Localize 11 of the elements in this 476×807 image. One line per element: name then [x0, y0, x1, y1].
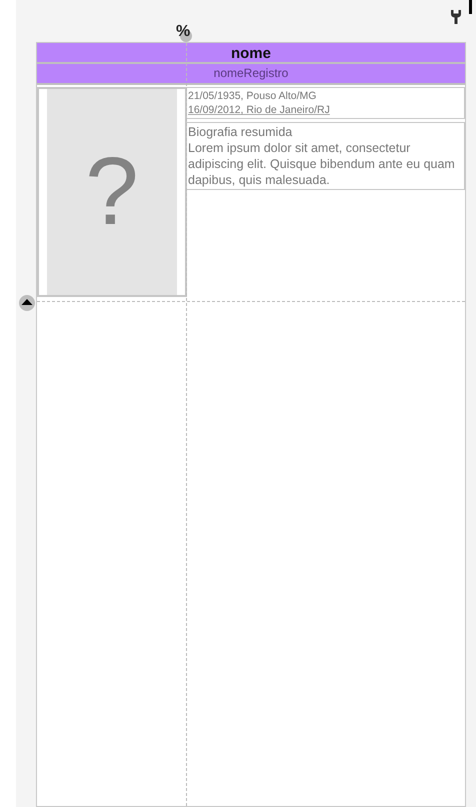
name-title: nome	[230, 45, 271, 62]
edge-marker	[469, 0, 472, 14]
question-mark: ?	[85, 144, 139, 240]
record-name: nomeRegistro	[214, 66, 288, 80]
collapse-up-icon[interactable]	[19, 295, 35, 311]
bio-text: Lorem ipsum dolor sit amet, consectetur adipiscing elit. Quisque bibendum ante eu quam dapibus, quis malesuada.	[188, 140, 456, 188]
wrench-icon[interactable]	[450, 9, 462, 25]
date-place-text: 16/09/2012, Rio de Janeiro/RJ	[188, 103, 331, 117]
bio-title: Biografia resumida	[188, 124, 294, 140]
date-place-text: 21/05/1935, Pouso Alto/MG	[188, 89, 318, 103]
percent-label[interactable]: %	[176, 23, 190, 41]
